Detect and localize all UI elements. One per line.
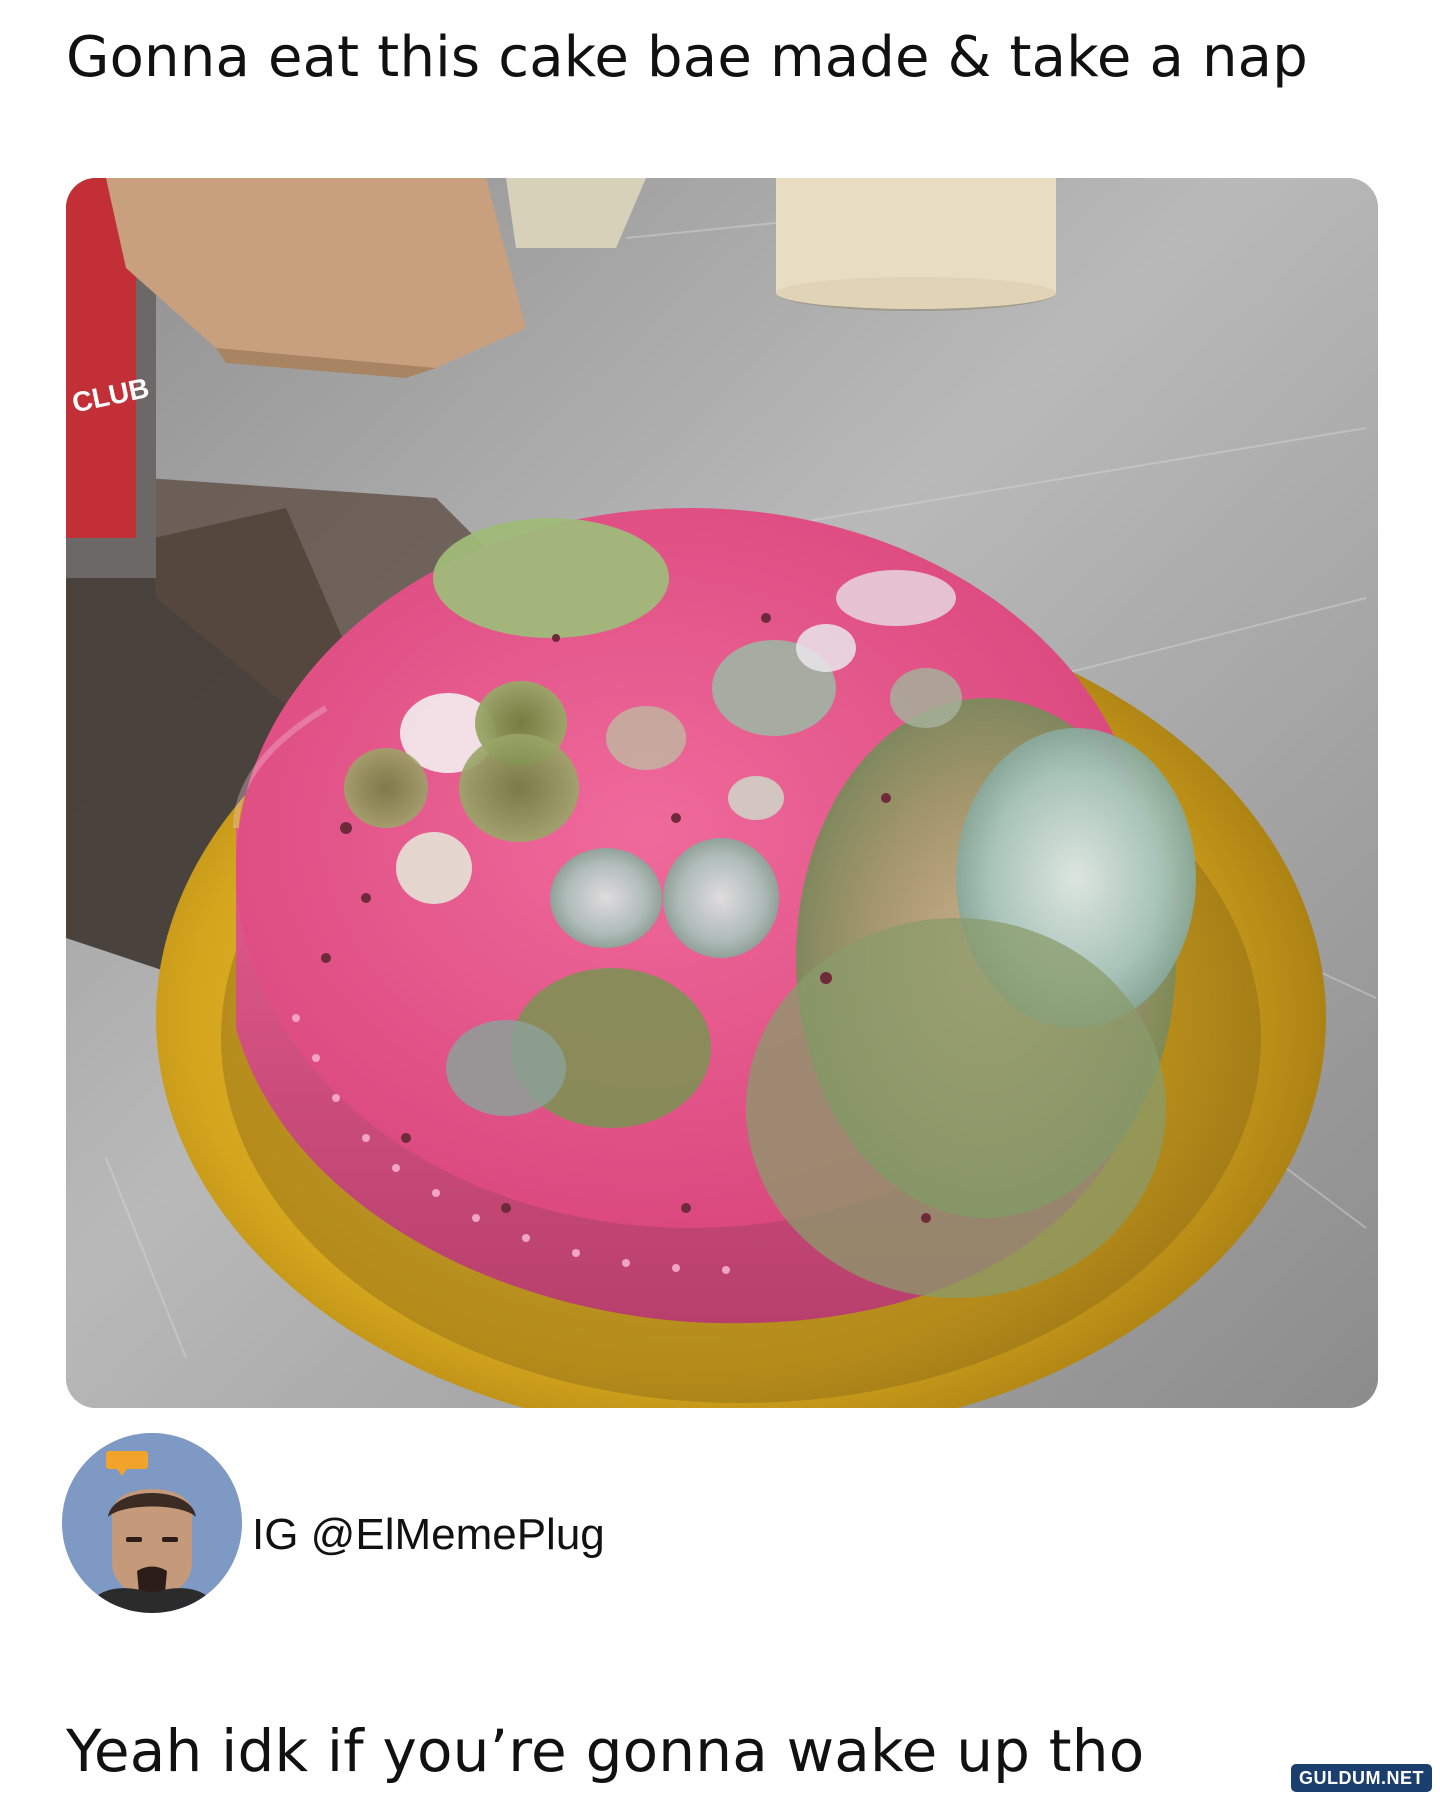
bottom-caption: Yeah idk if you’re gonna wake up tho — [66, 1717, 1145, 1785]
site-watermark: GULDUM.NET — [1291, 1764, 1432, 1792]
moldy-cake-photo-illustration: CLUB — [66, 178, 1378, 1408]
author-avatar[interactable] — [62, 1433, 242, 1613]
author-handle[interactable]: IG @ElMemePlug — [252, 1507, 605, 1563]
cartoon-avatar-icon — [62, 1433, 242, 1613]
top-caption: Gonna eat this cake bae made & take a na… — [66, 25, 1308, 90]
moldy-cake-photo: CLUB — [66, 178, 1378, 1408]
